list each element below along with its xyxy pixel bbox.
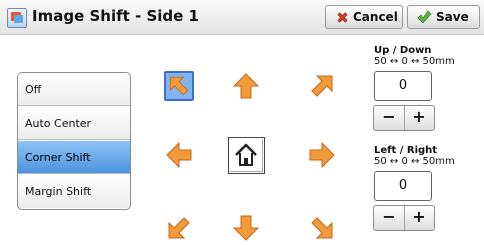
checkmark-icon bbox=[417, 10, 432, 24]
up-down-decrement-button[interactable]: − bbox=[374, 106, 405, 130]
save-label: Save bbox=[436, 10, 469, 24]
save-button[interactable]: Save bbox=[407, 5, 480, 29]
image-shift-icon bbox=[7, 8, 27, 28]
up-down-stepper: − + bbox=[373, 105, 435, 131]
left-right-increment-button[interactable]: + bbox=[404, 206, 434, 230]
home-position-button[interactable] bbox=[228, 137, 265, 174]
up-down-increment-button[interactable]: + bbox=[404, 106, 434, 130]
shift-left-button[interactable] bbox=[164, 140, 194, 170]
up-down-range: 50 ↔ 0 ↔ 50mm bbox=[374, 56, 455, 67]
house-icon bbox=[235, 143, 257, 166]
shift-down-left-button[interactable] bbox=[164, 213, 194, 243]
shift-down-right-button[interactable] bbox=[307, 213, 337, 243]
title-bar: Image Shift - Side 1 Cancel Save bbox=[0, 0, 484, 35]
arrow-down-left-icon bbox=[168, 217, 190, 239]
shift-up-right-button[interactable] bbox=[307, 71, 337, 101]
arrow-up-left-icon bbox=[169, 76, 189, 96]
shift-mode-off[interactable]: Off bbox=[18, 73, 130, 106]
arrow-up-right-icon bbox=[311, 75, 333, 97]
shift-mode-margin-shift[interactable]: Margin Shift bbox=[18, 175, 130, 208]
up-down-label-group: Up / Down 50 ↔ 0 ↔ 50mm bbox=[374, 45, 455, 67]
shift-right-button[interactable] bbox=[307, 140, 337, 170]
shift-up-button[interactable] bbox=[231, 71, 261, 101]
left-right-label-group: Left / Right 50 ↔ 0 ↔ 50mm bbox=[374, 145, 455, 167]
cancel-button[interactable]: Cancel bbox=[325, 5, 403, 29]
left-right-stepper: − + bbox=[373, 205, 435, 231]
arrow-up-icon bbox=[232, 73, 260, 99]
arrow-right-icon bbox=[309, 141, 335, 169]
shift-up-left-button[interactable] bbox=[164, 71, 194, 101]
left-right-decrement-button[interactable]: − bbox=[374, 206, 405, 230]
shift-mode-list: Off Auto Center Corner Shift Margin Shif… bbox=[17, 72, 131, 210]
arrow-down-icon bbox=[232, 215, 260, 241]
close-icon bbox=[337, 12, 348, 23]
up-down-value-field[interactable]: 0 bbox=[374, 71, 432, 101]
up-down-label: Up / Down bbox=[374, 45, 432, 56]
left-right-value-field[interactable]: 0 bbox=[374, 171, 432, 201]
left-right-label: Left / Right bbox=[374, 145, 438, 156]
cancel-label: Cancel bbox=[353, 10, 398, 24]
arrow-left-icon bbox=[166, 141, 192, 169]
arrow-down-right-icon bbox=[311, 217, 333, 239]
shift-mode-auto-center[interactable]: Auto Center bbox=[18, 107, 130, 140]
shift-mode-corner-shift[interactable]: Corner Shift bbox=[18, 141, 130, 174]
left-right-range: 50 ↔ 0 ↔ 50mm bbox=[374, 156, 455, 167]
shift-down-button[interactable] bbox=[231, 213, 261, 243]
window-title: Image Shift - Side 1 bbox=[32, 7, 199, 25]
